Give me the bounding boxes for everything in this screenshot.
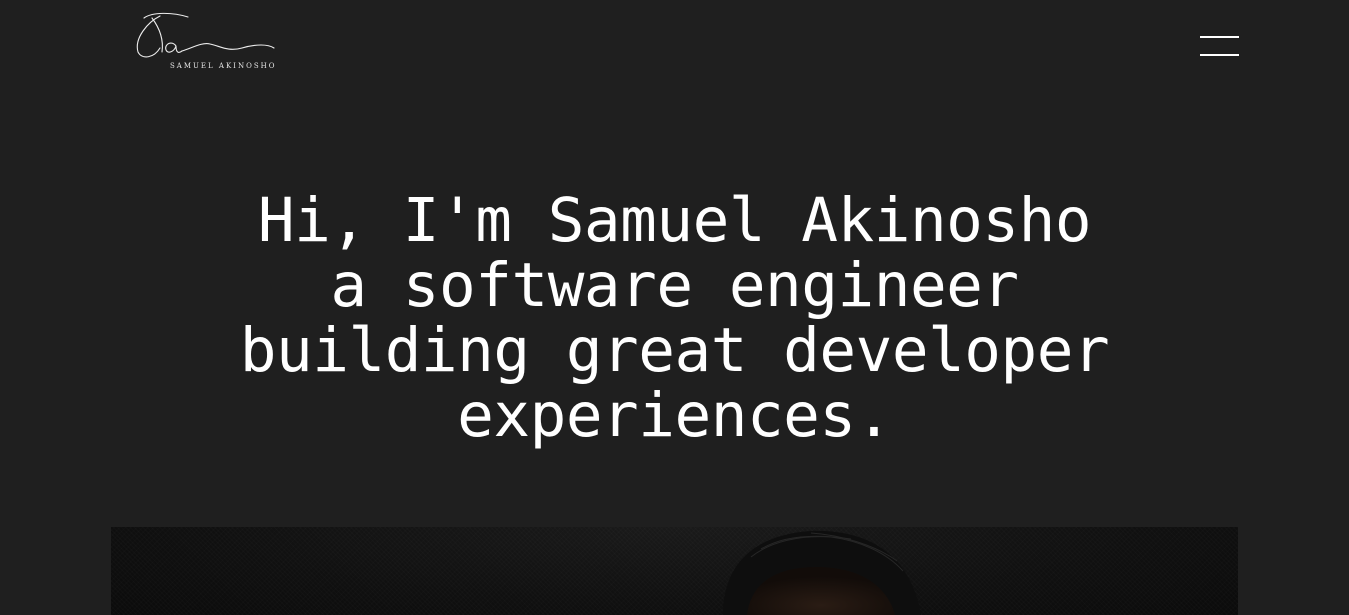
signature-logo-icon: [136, 12, 275, 58]
portrait-silhouette: [723, 530, 921, 615]
hero-section: Hi, I'm Samuel Akinosho a software engin…: [0, 188, 1349, 448]
hero-line-2: a software engineer: [330, 250, 1019, 321]
logo-name: SAMUEL AKINOSHO: [170, 62, 277, 70]
menu-bar-top: [1200, 36, 1239, 38]
hero-heading: Hi, I'm Samuel Akinosho a software engin…: [0, 188, 1349, 448]
menu-button[interactable]: [1195, 30, 1243, 62]
logo[interactable]: SAMUEL AKINOSHO: [130, 8, 280, 70]
portrait-photo: [111, 527, 1238, 615]
menu-bar-bottom: [1200, 54, 1239, 56]
hero-line-4: experiences.: [457, 380, 892, 451]
hero-line-1: Hi, I'm Samuel Akinosho: [257, 185, 1092, 256]
site-header: SAMUEL AKINOSHO: [0, 0, 1349, 90]
hero-line-3: building great developer: [239, 315, 1110, 386]
